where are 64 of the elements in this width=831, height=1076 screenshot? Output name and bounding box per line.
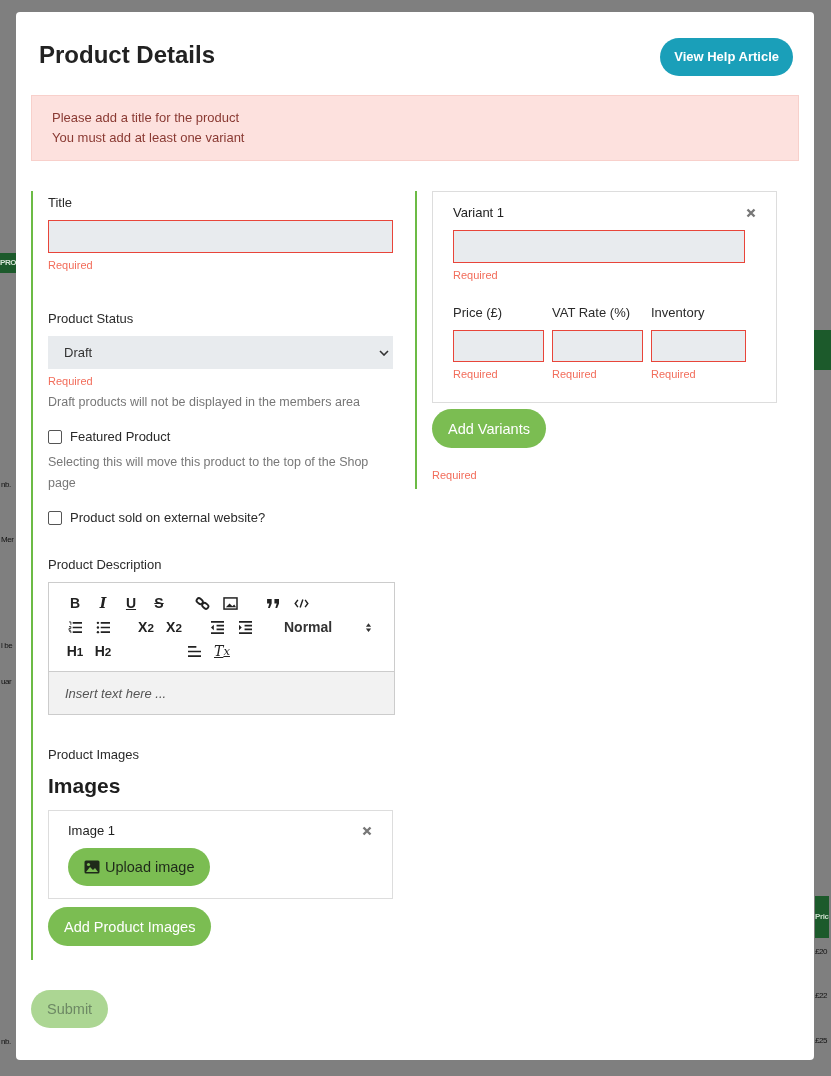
variant-input[interactable]: [552, 330, 643, 362]
up-down-icon: [365, 621, 372, 633]
help-text: Draft products will not be displayed in the members area: [48, 394, 361, 411]
field-label: Title: [48, 195, 74, 210]
variant-label: Variant 1: [453, 205, 505, 220]
error-text: Required: [552, 368, 598, 380]
outdent-icon[interactable]: [209, 620, 225, 634]
field-label: Inventory: [651, 305, 706, 320]
background-text: £25: [815, 1035, 828, 1047]
format-select[interactable]: Normal: [274, 619, 372, 635]
bullet-list-icon[interactable]: [95, 620, 111, 634]
error-text: Required: [453, 368, 499, 380]
help-text: Selecting this will move this product to the top of the Shop page: [48, 454, 370, 492]
status-badge: PRO: [0, 253, 17, 273]
upload-image-button[interactable]: Upload image: [68, 848, 211, 886]
quote-icon[interactable]: [265, 597, 281, 609]
background-text: uar: [1, 676, 12, 688]
editor-placeholder: Insert text here ...: [65, 685, 167, 701]
error-text: Required: [432, 469, 478, 481]
background-text: nb.: [1, 479, 11, 491]
error-text: Required: [453, 269, 499, 281]
ordered-list-icon[interactable]: [67, 620, 83, 634]
variant-input[interactable]: [453, 330, 544, 362]
field-label: Price (£): [453, 305, 504, 320]
link-icon[interactable]: [194, 595, 210, 611]
error-text: Required: [48, 259, 94, 271]
error-text: Required: [48, 375, 94, 387]
image-icon[interactable]: [222, 596, 238, 610]
image-label: Image 1: [68, 823, 115, 838]
checkbox-label: Product sold on external website?: [70, 510, 266, 525]
code-icon[interactable]: [293, 598, 309, 608]
title-input[interactable]: [48, 220, 393, 253]
error-text: Required: [651, 368, 697, 380]
chevron-down-icon: [379, 349, 389, 356]
status-select[interactable]: Draft: [48, 336, 393, 369]
format-button[interactable]: B: [61, 595, 89, 611]
field-label: Product Description: [48, 557, 163, 572]
background-bar: [814, 330, 831, 370]
error-message: Please add a title for the product: [52, 109, 241, 127]
background-text: Mer: [1, 534, 14, 546]
background-text: £20: [815, 946, 828, 958]
background-text: nb.: [1, 1036, 11, 1048]
field-label: Product Status: [48, 311, 135, 326]
format-button[interactable]: U: [117, 595, 145, 611]
error-message: You must add at least one variant: [52, 129, 246, 147]
indent-icon[interactable]: [237, 620, 253, 634]
checkbox-label: Featured Product: [70, 429, 171, 444]
background-text: £22: [815, 990, 828, 1002]
checkbox[interactable]: [48, 429, 62, 444]
field-label: Product Images: [48, 747, 141, 762]
modal-title: Product Details: [39, 40, 216, 69]
variant-name-input[interactable]: [453, 230, 745, 263]
column-header: Pric: [815, 896, 829, 938]
description-editor[interactable]: Insert text here ...: [49, 672, 394, 714]
format-button[interactable]: I: [89, 595, 117, 611]
close-icon[interactable]: [362, 825, 372, 836]
image-icon: [84, 860, 100, 874]
align-icon[interactable]: [186, 644, 202, 658]
format-button[interactable]: S: [145, 595, 173, 611]
checkbox[interactable]: [48, 510, 62, 525]
variant-input[interactable]: [651, 330, 746, 362]
field-label: VAT Rate (%): [552, 305, 632, 320]
section-heading: Images: [48, 774, 122, 798]
close-icon[interactable]: [746, 207, 756, 218]
